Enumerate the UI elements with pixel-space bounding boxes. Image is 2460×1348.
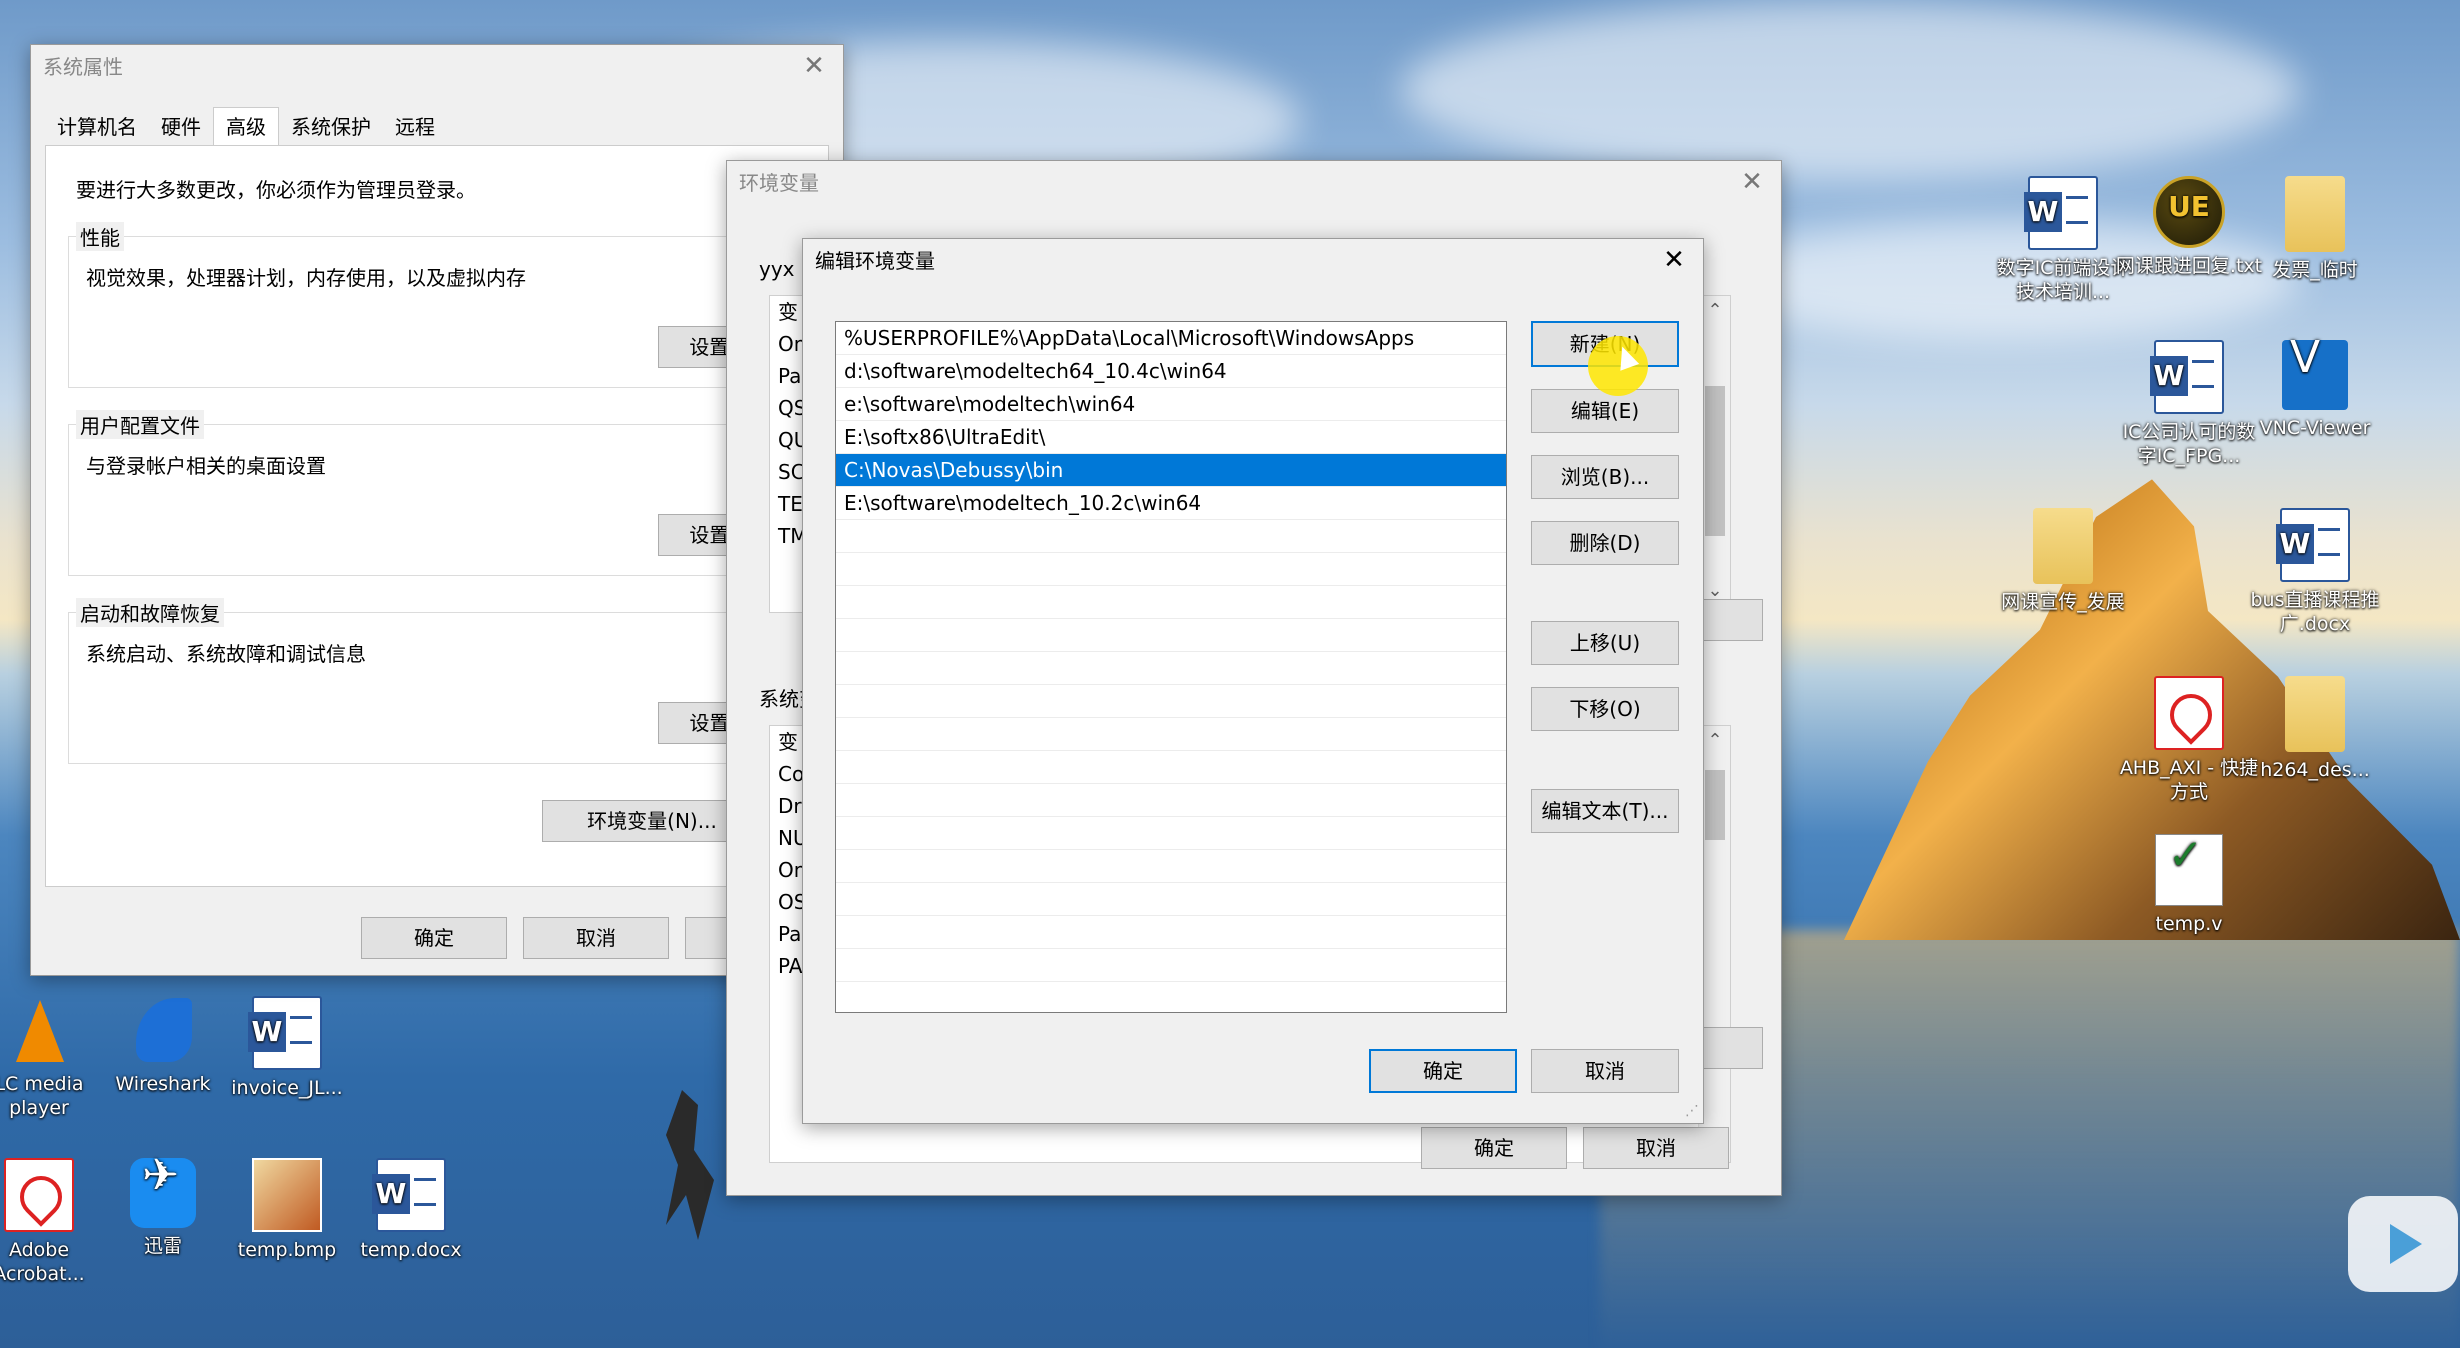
- empty-row: [836, 619, 1506, 652]
- empty-row: [836, 916, 1506, 949]
- cancel-button[interactable]: 取消: [1531, 1049, 1679, 1093]
- performance-desc: 视觉效果，处理器计划，内存使用，以及虚拟内存: [86, 266, 526, 290]
- resize-grip-icon[interactable]: ⋰: [1685, 1103, 1699, 1119]
- word-doc-icon: [372, 1158, 446, 1232]
- ok-button[interactable]: 确定: [361, 917, 507, 959]
- tab-system-protection[interactable]: 系统保护: [279, 108, 383, 146]
- empty-row: [836, 949, 1506, 982]
- scroll-thumb[interactable]: [1705, 770, 1725, 840]
- close-icon[interactable]: ✕: [799, 51, 829, 81]
- xunlei-icon: [130, 1158, 196, 1228]
- path-entry[interactable]: d:\software\modeltech64_10.4c\win64: [836, 355, 1506, 388]
- path-entry[interactable]: e:\software\modeltech\win64: [836, 388, 1506, 421]
- path-entries-list[interactable]: %USERPROFILE%\AppData\Local\Microsoft\Wi…: [835, 321, 1507, 1013]
- desktop-icon-label: temp.docx: [360, 1239, 462, 1261]
- scroll-thumb[interactable]: [1705, 386, 1725, 536]
- tab-remote[interactable]: 远程: [383, 108, 447, 146]
- empty-row: [836, 586, 1506, 619]
- desktop-icon-label: temp.v: [2155, 913, 2223, 935]
- path-entry[interactable]: E:\software\modeltech_10.2c\win64: [836, 487, 1506, 520]
- mouse-cursor-highlight: [1588, 336, 1648, 396]
- system-properties-window: 系统属性 ✕ 计算机名 硬件 高级 系统保护 远程 要进行大多数更改，你必须作为管理员登…: [30, 44, 844, 976]
- empty-row: [836, 850, 1506, 883]
- empty-row: [836, 817, 1506, 850]
- folder-icon: [2285, 176, 2345, 252]
- tab-advanced[interactable]: 高级: [213, 107, 279, 146]
- acrobat-icon: [4, 1158, 74, 1232]
- desktop-icon[interactable]: bus直播课程推广.docx: [2240, 508, 2390, 636]
- desktop-icon[interactable]: VNC-Viewer: [2240, 340, 2390, 440]
- wireshark-icon: [130, 996, 196, 1066]
- empty-row: [836, 520, 1506, 553]
- delete-button[interactable]: 删除(D): [1531, 521, 1679, 565]
- empty-row: [836, 982, 1506, 1012]
- path-entry-selected[interactable]: C:\Novas\Debussy\bin: [836, 454, 1506, 487]
- window-title: 环境变量: [739, 171, 819, 195]
- scroll-up-icon[interactable]: ⌃: [1703, 300, 1727, 321]
- desktop-icon[interactable]: 网课宣传_发展: [1988, 508, 2138, 614]
- folder-icon: [2033, 508, 2093, 584]
- vlc-icon: [6, 996, 72, 1066]
- path-entry[interactable]: E:\softx86\UltraEdit\: [836, 421, 1506, 454]
- desktop-icon[interactable]: temp.v: [2114, 834, 2264, 936]
- bird-silhouette: [666, 1090, 714, 1240]
- video-play-icon[interactable]: [2348, 1196, 2458, 1292]
- path-entry[interactable]: %USERPROFILE%\AppData\Local\Microsoft\Wi…: [836, 322, 1506, 355]
- empty-row: [836, 685, 1506, 718]
- startup-desc: 系统启动、系统故障和调试信息: [86, 642, 366, 666]
- cancel-button[interactable]: 取消: [523, 917, 669, 959]
- empty-row: [836, 784, 1506, 817]
- desktop-icon-label: h264_des...: [2260, 759, 2370, 781]
- window-title: 系统属性: [43, 55, 123, 79]
- edit-environment-variable-dialog: 编辑环境变量 ✕ %USERPROFILE%\AppData\Local\Mic…: [802, 238, 1704, 1124]
- move-down-button[interactable]: 下移(O): [1531, 687, 1679, 731]
- user-profile-title: 用户配置文件: [76, 410, 204, 439]
- edit-text-button[interactable]: 编辑文本(T)...: [1531, 789, 1679, 833]
- desktop-icon-label: invoice_JL...: [231, 1077, 343, 1099]
- desktop-icon[interactable]: invoice_JL...: [212, 996, 362, 1100]
- desktop-icon-label: 网课宣传_发展: [2001, 591, 2125, 613]
- word-doc-icon: [2276, 508, 2350, 582]
- word-doc-icon: [248, 996, 322, 1070]
- empty-row: [836, 718, 1506, 751]
- folder-icon: [2285, 676, 2345, 752]
- empty-row: [836, 751, 1506, 784]
- desktop-icon-label: bus直播课程推广.docx: [2250, 589, 2380, 635]
- cloud: [1400, 0, 2300, 180]
- verilog-file-icon: [2155, 834, 2223, 906]
- ok-button[interactable]: 确定: [1369, 1049, 1517, 1093]
- desktop-icon[interactable]: temp.docx: [336, 1158, 486, 1262]
- close-icon[interactable]: ✕: [1737, 167, 1767, 197]
- desktop-icon-label: 发票_临时: [2272, 259, 2358, 281]
- desktop-icon-label: VNC-Viewer: [2259, 417, 2371, 439]
- word-doc-icon: [2150, 340, 2224, 414]
- tab-computer-name[interactable]: 计算机名: [45, 108, 149, 146]
- admin-note: 要进行大多数更改，你必须作为管理员登录。: [76, 178, 476, 202]
- user-profile-desc: 与登录帐户相关的桌面设置: [86, 454, 326, 478]
- pdf-icon: [2154, 676, 2224, 750]
- performance-title: 性能: [76, 222, 124, 251]
- tab-panel: 要进行大多数更改，你必须作为管理员登录。 性能 视觉效果，处理器计划，内存使用，…: [45, 145, 830, 887]
- scroll-up-icon[interactable]: ⌃: [1703, 730, 1727, 751]
- edit-button[interactable]: 编辑(E): [1531, 389, 1679, 433]
- word-doc-icon: [2024, 176, 2098, 250]
- desktop-icon[interactable]: 发票_临时: [2240, 176, 2390, 282]
- desktop-icon[interactable]: h264_des...: [2240, 676, 2390, 782]
- browse-button[interactable]: 浏览(B)...: [1531, 455, 1679, 499]
- empty-row: [836, 883, 1506, 916]
- startup-title: 启动和故障恢复: [76, 598, 224, 627]
- scroll-down-icon[interactable]: ⌄: [1703, 580, 1727, 601]
- ok-button[interactable]: 确定: [1421, 1127, 1567, 1169]
- move-up-button[interactable]: 上移(U): [1531, 621, 1679, 665]
- empty-row: [836, 553, 1506, 586]
- vnc-viewer-icon: [2282, 340, 2348, 410]
- image-file-icon: [252, 1158, 322, 1232]
- tab-hardware[interactable]: 硬件: [149, 108, 213, 146]
- close-icon[interactable]: ✕: [1659, 245, 1689, 275]
- tab-bar: 计算机名 硬件 高级 系统保护 远程: [45, 107, 447, 146]
- window-title: 编辑环境变量: [815, 249, 935, 273]
- empty-row: [836, 652, 1506, 685]
- ultraedit-icon: [2153, 176, 2225, 248]
- cancel-button[interactable]: 取消: [1583, 1127, 1729, 1169]
